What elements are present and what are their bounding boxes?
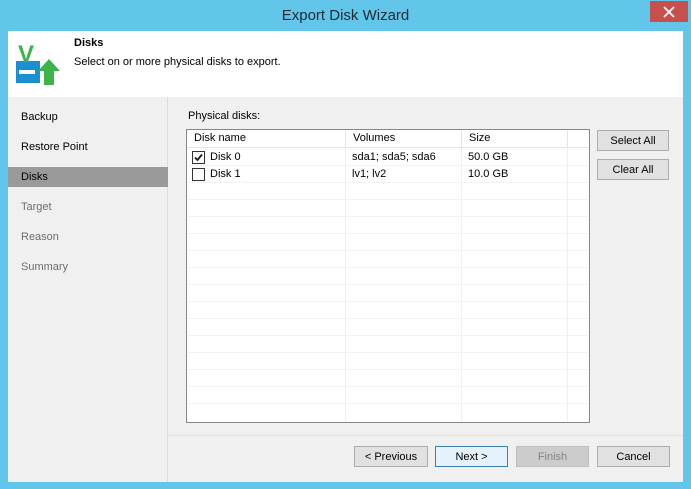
disk-0-checkbox[interactable] xyxy=(192,151,205,164)
close-button[interactable] xyxy=(650,1,688,22)
step-restore-point[interactable]: Restore Point xyxy=(8,137,168,157)
row-divider xyxy=(187,318,589,319)
size-cell: 10.0 GB xyxy=(468,168,509,180)
wizard-steps: Backup Restore Point Disks Target Reason… xyxy=(8,97,168,482)
column-header-disk-name[interactable]: Disk name xyxy=(187,130,346,148)
step-target: Target xyxy=(21,201,52,213)
cancel-button[interactable]: Cancel xyxy=(597,446,670,467)
row-divider xyxy=(187,267,589,268)
row-divider xyxy=(187,369,589,370)
disk-name-cell: Disk 1 xyxy=(210,168,241,180)
previous-button[interactable]: < Previous xyxy=(354,446,428,467)
physical-disks-label: Physical disks: xyxy=(188,110,261,122)
finish-button: Finish xyxy=(516,446,589,467)
column-divider xyxy=(345,148,346,422)
column-divider xyxy=(567,148,568,422)
column-header-volumes[interactable]: Volumes xyxy=(346,130,462,148)
page-subtitle: Select on or more physical disks to expo… xyxy=(74,56,281,68)
select-all-button[interactable]: Select All xyxy=(597,130,669,151)
table-row-disk-1[interactable]: Disk 1 lv1; lv2 10.0 GB xyxy=(187,166,589,183)
row-divider xyxy=(187,335,589,336)
row-divider xyxy=(187,250,589,251)
step-reason: Reason xyxy=(21,231,59,243)
row-divider xyxy=(187,233,589,234)
row-divider xyxy=(187,284,589,285)
disk-name-cell: Disk 0 xyxy=(210,151,241,163)
step-backup[interactable]: Backup xyxy=(8,107,168,127)
row-divider xyxy=(187,199,589,200)
disks-panel: Physical disks: Disk name Volumes Size D… xyxy=(170,97,683,435)
size-cell: 50.0 GB xyxy=(468,151,509,163)
row-divider xyxy=(187,301,589,302)
page-title: Disks xyxy=(74,37,104,49)
step-disks[interactable]: Disks xyxy=(8,167,168,187)
next-button[interactable]: Next > xyxy=(435,446,508,467)
close-icon xyxy=(663,5,675,18)
logo-letter: V xyxy=(18,41,34,68)
row-divider xyxy=(187,216,589,217)
step-summary: Summary xyxy=(21,261,69,273)
checkmark-icon xyxy=(194,153,203,162)
row-divider xyxy=(187,352,589,353)
disk-1-checkbox[interactable] xyxy=(192,168,205,181)
column-header-size[interactable]: Size xyxy=(462,130,568,148)
disks-table[interactable]: Disk name Volumes Size Disk 0 sda1; sda5… xyxy=(186,129,590,423)
export-disk-wizard-window: Export Disk Wizard V Disks Select on or … xyxy=(0,0,691,489)
table-header: Disk name Volumes Size xyxy=(187,130,589,148)
row-divider xyxy=(187,386,589,387)
table-row-disk-0[interactable]: Disk 0 sda1; sda5; sda6 50.0 GB xyxy=(187,149,589,166)
veeam-export-logo-icon: V xyxy=(16,41,60,85)
wizard-header: V Disks Select on or more physical disks… xyxy=(8,31,683,97)
column-divider xyxy=(461,148,462,422)
row-divider xyxy=(187,403,589,404)
wizard-client-area: V Disks Select on or more physical disks… xyxy=(8,31,683,482)
window-title: Export Disk Wizard xyxy=(281,7,410,24)
clear-all-button[interactable]: Clear All xyxy=(597,159,669,180)
title-bar[interactable]: Export Disk Wizard xyxy=(0,0,691,31)
volumes-cell: sda1; sda5; sda6 xyxy=(352,151,436,163)
volumes-cell: lv1; lv2 xyxy=(352,168,387,180)
footer-divider xyxy=(168,435,683,436)
